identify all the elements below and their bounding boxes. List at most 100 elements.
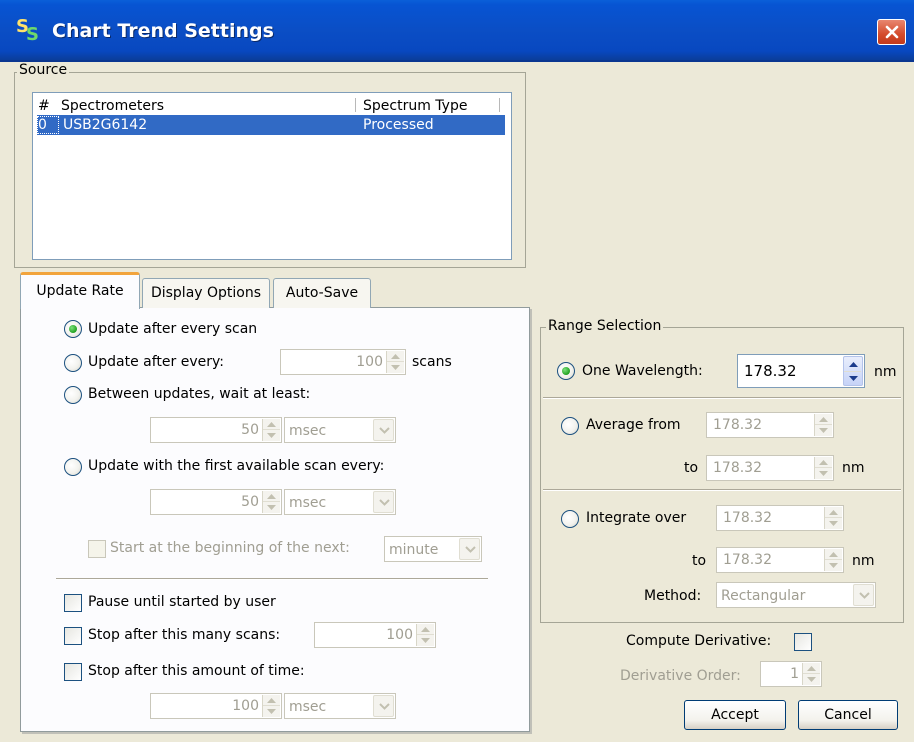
label-scans-unit: scans	[412, 354, 452, 370]
chevron-up-icon	[829, 510, 838, 515]
accept-button[interactable]: Accept	[684, 700, 786, 730]
derivative-order-spinner[interactable]: 1	[760, 661, 822, 687]
chevron-up-icon	[829, 552, 838, 557]
tab-auto-save[interactable]: Auto-Save	[273, 278, 371, 308]
spinner-buttons[interactable]	[262, 695, 280, 717]
column-header-spectrometers[interactable]: Spectrometers	[61, 97, 164, 115]
chevron-down-icon	[819, 428, 828, 433]
label-integrate-unit: nm	[852, 553, 875, 569]
label-stop-after-scans: Stop after this many scans:	[88, 627, 281, 643]
dropdown-button[interactable]	[459, 538, 480, 560]
spinner-buttons[interactable]	[824, 549, 842, 571]
column-divider[interactable]	[499, 98, 500, 112]
checkbox-start-next[interactable]	[88, 540, 106, 558]
chevron-up-icon	[267, 698, 276, 703]
label-stop-after-time: Stop after this amount of time:	[88, 663, 305, 679]
spinner-buttons[interactable]	[843, 356, 863, 386]
chevron-down-icon	[849, 376, 858, 381]
dropdown-button[interactable]	[373, 695, 394, 717]
title-bar: S S Chart Trend Settings	[0, 0, 914, 62]
chevron-up-icon	[807, 666, 816, 671]
stop-time-unit-combo[interactable]: msec	[284, 693, 396, 719]
range-divider	[543, 397, 901, 399]
tab-display-options[interactable]: Display Options	[142, 278, 270, 308]
cell-index: 0	[38, 117, 47, 133]
checkbox-compute-derivative[interactable]	[794, 633, 812, 651]
label-average-from: Average from	[586, 417, 681, 433]
column-divider[interactable]	[355, 98, 356, 112]
integrate-from-spinner[interactable]: 178.32	[716, 505, 844, 531]
app-icon: S S	[16, 16, 39, 45]
radio-update-every-scan[interactable]	[64, 320, 82, 338]
average-to-spinner[interactable]: 178.32	[706, 455, 834, 481]
chevron-up-icon	[819, 417, 828, 422]
start-next-unit-combo[interactable]: minute	[384, 536, 482, 562]
stop-after-time-spinner[interactable]: 100	[150, 693, 282, 719]
radio-integrate-over[interactable]	[561, 510, 579, 528]
dropdown-button[interactable]	[853, 584, 874, 606]
chevron-down-icon	[267, 505, 276, 510]
label-method: Method:	[644, 588, 702, 604]
checkbox-stop-after-scans[interactable]	[64, 627, 82, 645]
spinner-buttons[interactable]	[262, 491, 280, 513]
spinner-buttons[interactable]	[814, 414, 832, 436]
chevron-up-icon	[849, 362, 858, 367]
checkbox-pause-until-started[interactable]	[64, 594, 82, 612]
checkbox-stop-after-time[interactable]	[64, 663, 82, 681]
stop-after-scans-spinner[interactable]: 100	[314, 622, 436, 648]
chevron-down-icon	[829, 563, 838, 568]
spinner-buttons[interactable]	[824, 507, 842, 529]
chevron-down-icon	[379, 427, 390, 434]
spinner-buttons[interactable]	[814, 457, 832, 479]
cell-spectrometer: USB2G6142	[63, 117, 148, 133]
chevron-down-icon	[379, 499, 390, 506]
wait-value-spinner[interactable]: 50	[150, 417, 282, 443]
cell-spectrum-type: Processed	[363, 117, 434, 133]
first-available-spinner[interactable]: 50	[150, 489, 282, 515]
radio-one-wavelength[interactable]	[557, 362, 575, 380]
label-integrate-over: Integrate over	[586, 510, 687, 526]
label-first-available: Update with the first available scan eve…	[88, 458, 385, 474]
label-start-next: Start at the beginning of the next:	[110, 540, 350, 556]
tab-update-rate[interactable]: Update Rate	[20, 272, 140, 309]
spinner-buttons[interactable]	[802, 663, 820, 685]
radio-first-available[interactable]	[64, 458, 82, 476]
label-average-to: to	[684, 460, 699, 476]
dropdown-button[interactable]	[373, 419, 394, 441]
chevron-up-icon	[819, 460, 828, 465]
range-selection-legend: Range Selection	[546, 318, 664, 334]
label-update-every-n: Update after every:	[88, 354, 224, 370]
method-combo[interactable]: Rectangular	[716, 582, 876, 608]
chevron-down-icon	[267, 709, 276, 714]
wait-unit-combo[interactable]: msec	[284, 417, 396, 443]
radio-wait-at-least[interactable]	[64, 386, 82, 404]
spectrometer-table[interactable]: # Spectrometers Spectrum Type 0 USB2G614…	[32, 92, 512, 260]
integrate-to-spinner[interactable]: 178.32	[716, 547, 844, 573]
label-update-every-scan: Update after every scan	[88, 321, 258, 337]
label-integrate-to: to	[692, 553, 707, 569]
label-compute-derivative: Compute Derivative:	[626, 633, 772, 649]
every-n-scans-spinner[interactable]: 100	[280, 349, 406, 375]
range-divider	[543, 489, 901, 491]
first-available-unit-combo[interactable]: msec	[284, 489, 396, 515]
spinner-buttons[interactable]	[386, 351, 404, 373]
label-one-wavelength: One Wavelength:	[582, 363, 703, 379]
spinner-buttons[interactable]	[262, 419, 280, 441]
spinner-buttons[interactable]	[416, 624, 434, 646]
chevron-up-icon	[391, 354, 400, 359]
chevron-down-icon	[379, 703, 390, 710]
average-from-spinner[interactable]: 178.32	[706, 412, 834, 438]
chevron-down-icon	[421, 638, 430, 643]
radio-update-every-n[interactable]	[64, 354, 82, 372]
cancel-button[interactable]: Cancel	[798, 700, 898, 730]
chevron-down-icon	[391, 365, 400, 370]
label-wait-at-least: Between updates, wait at least:	[88, 386, 311, 402]
one-wavelength-spinner[interactable]: 178.32	[737, 354, 865, 388]
column-header-index[interactable]: #	[38, 97, 50, 115]
dropdown-button[interactable]	[373, 491, 394, 513]
close-button[interactable]	[877, 19, 906, 45]
label-pause-until-started: Pause until started by user	[88, 594, 276, 610]
radio-average-from[interactable]	[561, 417, 579, 435]
column-header-spectrum-type[interactable]: Spectrum Type	[363, 97, 467, 115]
chevron-down-icon	[829, 521, 838, 526]
